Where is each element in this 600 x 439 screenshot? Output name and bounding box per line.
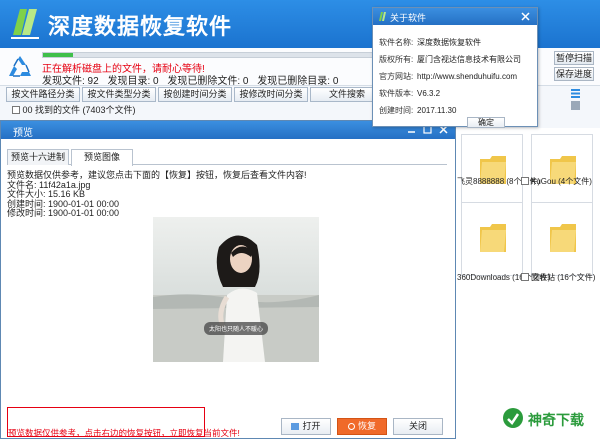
app-logo-icon: [379, 12, 386, 21]
about-row: 创建时间: 2017.11.30: [379, 106, 457, 115]
folder-card[interactable]: [531, 134, 593, 208]
watermark: 神奇下载: [502, 405, 592, 431]
tab-by-path[interactable]: 按文件路径分类: [6, 87, 80, 102]
tab-preview-hex[interactable]: 预览十六进制: [7, 149, 69, 165]
about-title: 关于软件: [390, 13, 427, 23]
preview-dialog: 预览 预览十六进制 预览图像 预览数据仅供参考，建议您点击下面的【恢复】按钮，恢…: [0, 120, 456, 439]
tab-by-type[interactable]: 按文件类型分类: [82, 87, 156, 102]
close-button[interactable]: 关闭: [393, 418, 443, 435]
preview-title: 预览: [13, 128, 33, 139]
preview-file-info: 预览数据仅供参考，建议您点击下面的【恢复】按钮，恢复后查看文件内容! 文件名: …: [7, 170, 307, 219]
close-icon[interactable]: [520, 11, 531, 22]
about-titlebar[interactable]: 关于软件: [373, 8, 537, 25]
scan-progress-bar: [42, 52, 377, 58]
app-title: 深度数据恢复软件: [48, 14, 233, 39]
scan-stats: 发现文件: 92 发现目录: 0 发现已删除文件: 0 发现已删除目录: 0: [42, 72, 344, 87]
folder-checkbox[interactable]: [521, 177, 529, 185]
folder-card[interactable]: [461, 134, 523, 208]
file-grid: 飞灵8888888 (8个文件) KuGou (4个文件) 360Downloa…: [455, 128, 600, 439]
tree-root-label[interactable]: 00 找到的文件 (7403个文件): [23, 105, 136, 115]
folder-tree: 00 找到的文件 (7403个文件): [0, 104, 165, 118]
folder-label[interactable]: 回收站 (16个文件): [521, 272, 595, 283]
photo-girl-icon: [153, 217, 319, 362]
about-row: 官方网站: http://www.shenduhuifu.com: [379, 72, 518, 81]
recycle-icon: [9, 56, 31, 77]
list-view-icon[interactable]: [571, 89, 580, 98]
about-info: 软件名称: 深度数据恢复软件 版权所有: 厦门含视达信息技术有限公司 官方网站: ht…: [379, 37, 537, 122]
pause-scan-button[interactable]: 暂停扫描: [554, 51, 594, 65]
scan-progress-fill: [43, 53, 73, 57]
tab-preview-image[interactable]: 预览图像: [71, 149, 133, 166]
preview-warning-box: 预览数据仅供参考，点击右边的恢复按钮，立即恢复当前文件!: [7, 407, 240, 438]
about-dialog: 关于软件 软件名称: 深度数据恢复软件 版权所有: 厦门含视达信息技术有限公司 官方…: [372, 7, 538, 128]
grid-view-icon[interactable]: [571, 101, 580, 110]
folder-icon: [550, 224, 576, 252]
view-toggle: [568, 89, 594, 110]
photo-caption: 太阳也只随人不暖心: [153, 322, 319, 335]
tree-root-checkbox[interactable]: [12, 106, 20, 114]
folder-checkbox[interactable]: [521, 273, 529, 281]
folder-card[interactable]: [461, 202, 523, 276]
app-logo-icon: [11, 9, 39, 39]
save-progress-button[interactable]: 保存进度: [554, 67, 594, 81]
open-button[interactable]: 打开: [281, 418, 331, 435]
recover-icon: [347, 423, 355, 430]
about-row: 软件名称: 深度数据恢复软件: [379, 38, 481, 47]
preview-tabs: 预览十六进制 预览图像: [7, 149, 447, 166]
folder-icon: [480, 224, 506, 252]
folder-card[interactable]: [531, 202, 593, 276]
tab-by-modified[interactable]: 按修改时间分类: [234, 87, 308, 102]
about-row: 版权所有: 厦门含视达信息技术有限公司: [379, 55, 521, 64]
watermark-text: 神奇下载: [528, 412, 584, 428]
folder-label[interactable]: KuGou (4个文件): [521, 176, 592, 187]
preview-warning-text: 预览数据仅供参考，点击右边的恢复按钮，立即恢复当前文件!: [8, 428, 240, 438]
watermark-logo-icon: [503, 408, 523, 428]
about-row: 软件版本: V6.3.2: [379, 89, 441, 98]
preview-image: 太阳也只随人不暖心: [153, 217, 319, 362]
tab-by-created[interactable]: 按创建时间分类: [158, 87, 232, 102]
recover-button[interactable]: 恢复: [337, 418, 387, 435]
ok-button[interactable]: 确定: [467, 117, 505, 128]
folder-open-icon: [291, 423, 300, 430]
